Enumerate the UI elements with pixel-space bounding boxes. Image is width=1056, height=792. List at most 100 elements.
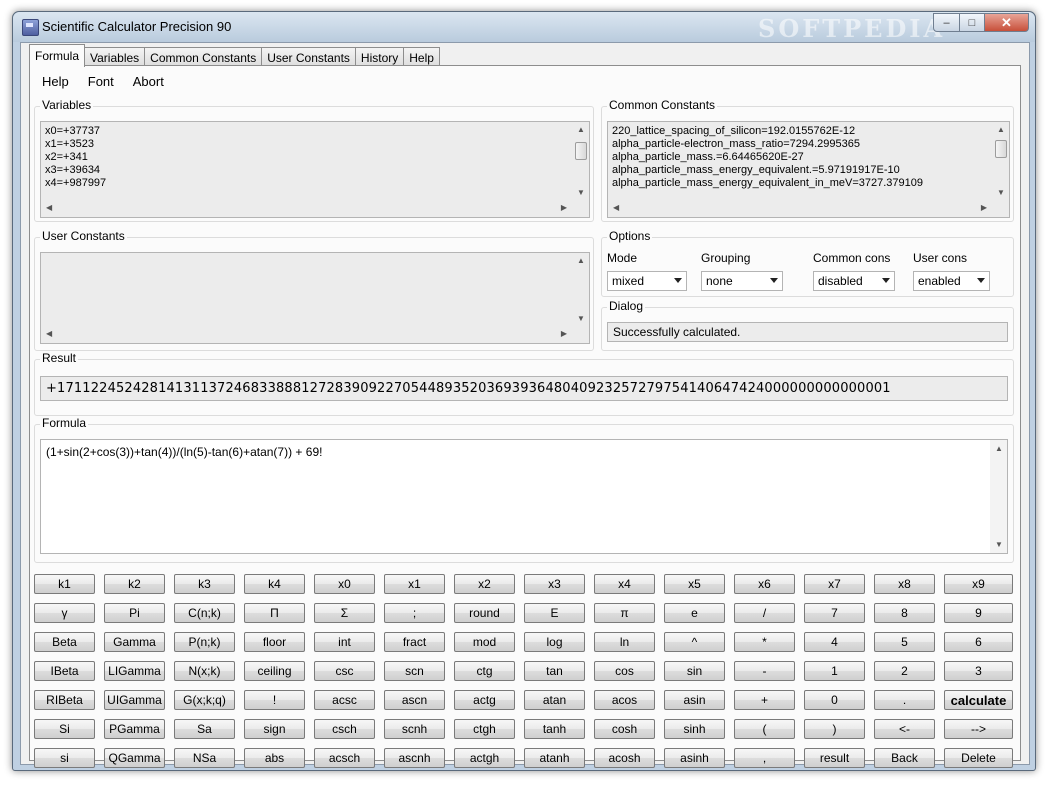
key-n-x-k[interactable]: N(x;k) — [174, 661, 235, 681]
key-sinh[interactable]: sinh — [664, 719, 725, 739]
key-x1[interactable]: x1 — [384, 574, 445, 594]
user-constants-horizontal-scrollbar[interactable]: ◀ ▶ — [41, 326, 572, 343]
scroll-right-icon[interactable]: ▶ — [561, 203, 567, 212]
key-log[interactable]: log — [524, 632, 585, 652]
key-sin[interactable]: sin — [664, 661, 725, 681]
user-constants-list[interactable]: ▲ ▼ ◀ ▶ — [40, 252, 590, 344]
key-scn[interactable]: scn — [384, 661, 445, 681]
mode-select[interactable]: mixed — [607, 271, 687, 291]
scroll-left-icon[interactable]: ◀ — [613, 203, 619, 212]
key-ascn[interactable]: ascn — [384, 690, 445, 710]
variable-item[interactable]: x1=+3523 — [45, 138, 106, 151]
key-x0[interactable]: x0 — [314, 574, 375, 594]
key-1[interactable]: 1 — [804, 661, 865, 681]
key-beta[interactable]: Beta — [34, 632, 95, 652]
tab-help[interactable]: Help — [403, 47, 440, 67]
key-abs[interactable]: abs — [244, 748, 305, 768]
key-fract[interactable]: fract — [384, 632, 445, 652]
key-k4[interactable]: k4 — [244, 574, 305, 594]
key-symbol-r4c10[interactable]: + — [734, 690, 795, 710]
variables-vertical-scrollbar[interactable]: ▲ ▼ — [572, 122, 589, 200]
key-x7[interactable]: x7 — [804, 574, 865, 594]
tab-formula[interactable]: Formula — [29, 44, 86, 67]
key-csch[interactable]: csch — [314, 719, 375, 739]
key-csc[interactable]: csc — [314, 661, 375, 681]
key-round[interactable]: round — [454, 603, 515, 623]
key-sign[interactable]: sign — [244, 719, 305, 739]
key-ctg[interactable]: ctg — [454, 661, 515, 681]
key-symbol-r1c8[interactable]: π — [594, 603, 655, 623]
key-asinh[interactable]: asinh — [664, 748, 725, 768]
key-symbol-r6c10[interactable]: , — [734, 748, 795, 768]
scroll-down-icon[interactable]: ▼ — [995, 540, 1003, 549]
tab-user-constants[interactable]: User Constants — [261, 47, 356, 67]
key-result[interactable]: result — [804, 748, 865, 768]
constant-item[interactable]: 220_lattice_spacing_of_silicon=192.01557… — [612, 125, 923, 138]
key-atanh[interactable]: atanh — [524, 748, 585, 768]
scroll-up-icon[interactable]: ▲ — [577, 125, 585, 134]
tab-common-constants[interactable]: Common Constants — [144, 47, 263, 67]
title-bar[interactable]: Scientific Calculator Precision 90 SOFTP… — [13, 12, 1035, 43]
scroll-left-icon[interactable]: ◀ — [46, 203, 52, 212]
formula-input[interactable]: (1+sin(2+cos(3))+tan(4))/(ln(5)-tan(6)+a… — [40, 439, 1008, 554]
key-symbol-r1c3[interactable]: Π — [244, 603, 305, 623]
key-ctgh[interactable]: ctgh — [454, 719, 515, 739]
menu-help[interactable]: Help — [35, 74, 76, 89]
scroll-left-icon[interactable]: ◀ — [46, 329, 52, 338]
key-k2[interactable]: k2 — [104, 574, 165, 594]
scroll-thumb[interactable] — [995, 140, 1007, 158]
key-x8[interactable]: x8 — [874, 574, 935, 594]
formula-vertical-scrollbar[interactable]: ▲ ▼ — [990, 440, 1007, 553]
key-symbol-r1c10[interactable]: / — [734, 603, 795, 623]
key-uigamma[interactable]: UIGamma — [104, 690, 165, 710]
key-tan[interactable]: tan — [524, 661, 585, 681]
user-cons-select[interactable]: enabled — [913, 271, 990, 291]
key-pgamma[interactable]: PGamma — [104, 719, 165, 739]
constant-item[interactable]: alpha_particle-electron_mass_ratio=7294.… — [612, 138, 923, 151]
key-symbol-r5c10[interactable]: ( — [734, 719, 795, 739]
constant-item[interactable]: alpha_particle_mass.=6.64465620E-27 — [612, 151, 923, 164]
user-constants-vertical-scrollbar[interactable]: ▲ ▼ — [572, 253, 589, 326]
variable-item[interactable]: x3=+39634 — [45, 164, 106, 177]
minimize-button[interactable]: – — [933, 13, 960, 32]
scroll-down-icon[interactable]: ▼ — [577, 188, 585, 197]
tab-history[interactable]: History — [354, 47, 405, 67]
key-scnh[interactable]: scnh — [384, 719, 445, 739]
key-x2[interactable]: x2 — [454, 574, 515, 594]
key-back[interactable]: Back — [874, 748, 935, 768]
key-ribeta[interactable]: RIBeta — [34, 690, 95, 710]
key-acsc[interactable]: acsc — [314, 690, 375, 710]
menu-font[interactable]: Font — [81, 74, 121, 89]
common-constants-list[interactable]: 220_lattice_spacing_of_silicon=192.01557… — [607, 121, 1010, 218]
scroll-thumb[interactable] — [575, 142, 587, 160]
variables-horizontal-scrollbar[interactable]: ◀ ▶ — [41, 200, 572, 217]
scroll-right-icon[interactable]: ▶ — [981, 203, 987, 212]
key-sa[interactable]: Sa — [174, 719, 235, 739]
key-ln[interactable]: ln — [594, 632, 655, 652]
key-nsa[interactable]: NSa — [174, 748, 235, 768]
common-cons-select[interactable]: disabled — [813, 271, 895, 291]
key-calculate[interactable]: calculate — [944, 690, 1013, 710]
close-button[interactable]: ✕ — [985, 13, 1029, 32]
key-c-n-k[interactable]: C(n;k) — [174, 603, 235, 623]
key-symbol-r5c12[interactable]: <- — [874, 719, 935, 739]
key-symbol-r1c5[interactable]: ; — [384, 603, 445, 623]
result-field[interactable]: +171122452428141311372468338881272839092… — [40, 376, 1008, 401]
key-actg[interactable]: actg — [454, 690, 515, 710]
key-x4[interactable]: x4 — [594, 574, 655, 594]
key-asin[interactable]: asin — [664, 690, 725, 710]
constants-vertical-scrollbar[interactable]: ▲ ▼ — [992, 122, 1009, 200]
variable-item[interactable]: x0=+37737 — [45, 125, 106, 138]
key-mod[interactable]: mod — [454, 632, 515, 652]
key-4[interactable]: 4 — [804, 632, 865, 652]
key-symbol-r1c4[interactable]: Σ — [314, 603, 375, 623]
key-symbol-r5c13[interactable]: --> — [944, 719, 1013, 739]
key-3[interactable]: 3 — [944, 661, 1013, 681]
key-int[interactable]: int — [314, 632, 375, 652]
key-symbol-r4c12[interactable]: . — [874, 690, 935, 710]
key-e[interactable]: e — [664, 603, 725, 623]
key-ceiling[interactable]: ceiling — [244, 661, 305, 681]
key-qgamma[interactable]: QGamma — [104, 748, 165, 768]
key-symbol-r2c9[interactable]: ^ — [664, 632, 725, 652]
scroll-down-icon[interactable]: ▼ — [997, 188, 1005, 197]
